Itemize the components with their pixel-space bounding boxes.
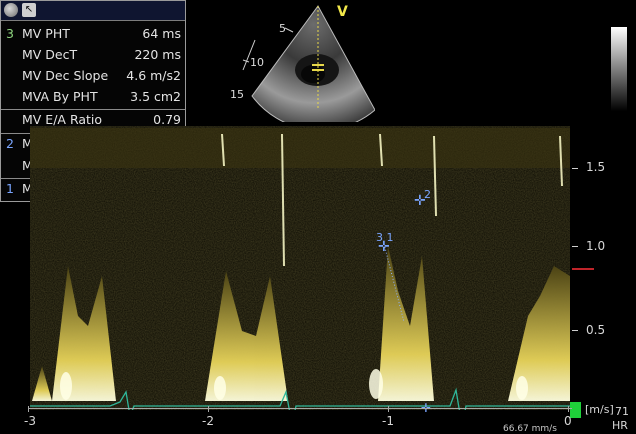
- measurement-row[interactable]: MV Dec Slope 4.6 m/s2: [1, 66, 185, 86]
- time-label-minus-1: -1: [382, 414, 394, 428]
- time-label-minus-3: -3: [24, 414, 36, 428]
- mode-letter: V: [337, 4, 348, 20]
- measurement-row[interactable]: MV DecT 220 ms: [1, 45, 185, 65]
- measurement-index: 2: [6, 136, 14, 151]
- measurement-index: 1: [6, 181, 14, 196]
- vel-tick: [572, 246, 578, 247]
- measurement-label: MVA By PHT: [22, 89, 98, 104]
- caliper-1-cross-icon[interactable]: ✛: [378, 239, 390, 255]
- time-label-0: 0: [564, 414, 572, 428]
- time-axis-line: [28, 408, 572, 409]
- measurement-index: 3: [6, 26, 14, 41]
- caliper-2-cross-icon[interactable]: ✛: [414, 193, 426, 209]
- vel-tick: [572, 168, 578, 169]
- depth-label-15: 15: [230, 88, 244, 101]
- ultrasound-screen: ↖ 3 MV PHT 64 ms MV DecT 220 ms MV Dec Slope 4…: [0, 0, 636, 434]
- measurement-label: MV PHT: [22, 26, 70, 41]
- velocity-label-0-5: 0.5: [586, 323, 606, 337]
- measurement-value: 220 ms: [134, 47, 181, 62]
- vel-tick: [572, 330, 578, 331]
- cursor-select-icon[interactable]: ↖: [22, 3, 36, 17]
- panel-toolbar: ↖: [1, 1, 185, 21]
- measurement-value: 64 ms: [142, 26, 181, 41]
- time-axis: -3 -2 -1 0: [24, 406, 572, 434]
- baseline-marker[interactable]: [572, 268, 594, 270]
- sector-image: [225, 0, 376, 131]
- record-icon[interactable]: [4, 3, 18, 17]
- measurement-label: MV Dec Slope: [22, 68, 109, 83]
- doppler-spectrum: [30, 126, 570, 410]
- measurement-row[interactable]: MVA By PHT 3.5 cm2: [1, 87, 185, 107]
- depth-label-5: 5: [279, 22, 286, 35]
- velocity-label-1-5: 1.5: [586, 160, 606, 174]
- time-tick: [208, 406, 209, 412]
- time-tick: [28, 406, 29, 412]
- heart-rate-value: 71: [615, 405, 629, 418]
- depth-label-10: 10: [250, 56, 264, 69]
- time-label-minus-2: -2: [202, 414, 214, 428]
- measurement-row[interactable]: 3 MV PHT 64 ms: [1, 24, 185, 44]
- time-tick: [568, 406, 569, 412]
- sweep-speed: 66.67 mm/s: [503, 424, 557, 434]
- heart-rate-label: HR: [612, 419, 628, 432]
- velocity-scale: 1.5 1.0 0.5: [572, 126, 636, 416]
- velocity-unit: [m/s]: [585, 403, 614, 416]
- sector-scan-svg: [242, 5, 376, 131]
- measurement-value: 3.5 cm2: [130, 89, 181, 104]
- velocity-label-1-0: 1.0: [586, 239, 606, 253]
- doppler-spectrum-svg: [30, 126, 570, 410]
- grayscale-bar: [611, 27, 627, 111]
- measurement-value: 4.6 m/s2: [126, 68, 181, 83]
- time-tick: [388, 406, 389, 412]
- measurement-label: MV DecT: [22, 47, 78, 62]
